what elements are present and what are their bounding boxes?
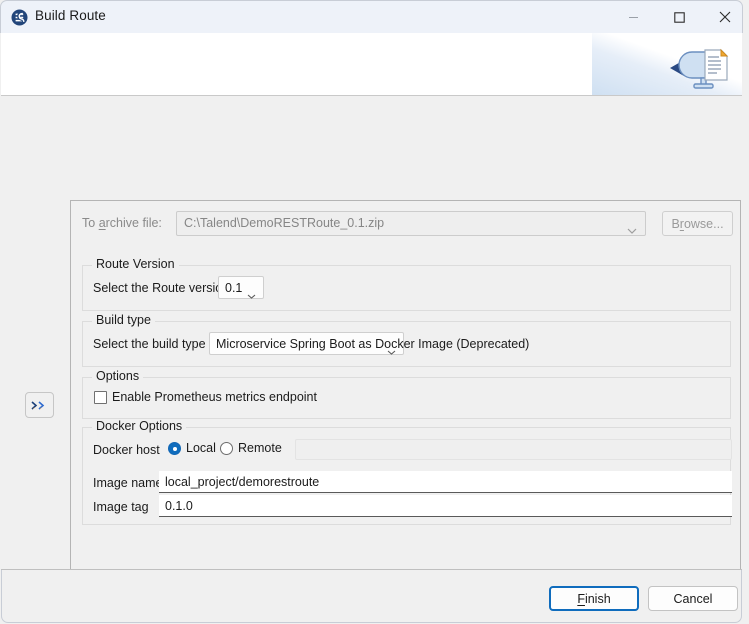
image-name-label: Image name xyxy=(93,476,162,490)
route-version-group: Route Version Select the Route version 0… xyxy=(82,265,731,311)
maximize-icon xyxy=(674,12,685,23)
prometheus-metrics-checkbox[interactable] xyxy=(94,391,107,404)
maximize-button[interactable] xyxy=(656,1,702,33)
image-name-input[interactable]: local_project/demorestroute xyxy=(159,471,732,493)
close-button[interactable] xyxy=(702,1,748,33)
browse-button[interactable]: Browse... xyxy=(662,211,733,236)
chevron-down-icon xyxy=(247,286,256,304)
docker-host-local-radio[interactable] xyxy=(168,442,181,455)
image-tag-label: Image tag xyxy=(93,500,149,514)
docker-host-label: Docker host xyxy=(93,443,160,457)
options-legend: Options xyxy=(92,369,143,383)
double-chevron-right-icon xyxy=(31,401,48,410)
archive-file-value: C:\Talend\DemoRESTRoute_0.1.zip xyxy=(184,216,384,230)
docker-host-remote-radio[interactable] xyxy=(220,442,233,455)
settings-panel: To archive file: C:\Talend\DemoRESTRoute… xyxy=(70,200,741,614)
build-type-select[interactable]: Microservice Spring Boot as Docker Image… xyxy=(209,332,404,355)
options-group: Options Enable Prometheus metrics endpoi… xyxy=(82,377,731,419)
route-version-legend: Route Version xyxy=(92,257,179,271)
talend-logo-icon xyxy=(11,9,28,26)
docker-remote-host-input[interactable] xyxy=(295,439,732,460)
build-type-legend: Build type xyxy=(92,313,155,327)
image-tag-value: 0.1.0 xyxy=(165,499,193,513)
build-route-banner-icon xyxy=(668,38,730,93)
prometheus-metrics-label: Enable Prometheus metrics endpoint xyxy=(112,390,317,404)
minimize-icon xyxy=(628,12,639,23)
build-type-value: Microservice Spring Boot as Docker Image… xyxy=(210,337,529,351)
dialog-banner xyxy=(1,33,742,96)
docker-host-remote-label: Remote xyxy=(238,441,282,455)
finish-button[interactable]: Finish xyxy=(549,586,639,611)
archive-file-combo[interactable]: C:\Talend\DemoRESTRoute_0.1.zip xyxy=(176,211,646,236)
image-name-value: local_project/demorestroute xyxy=(165,475,319,489)
advanced-toggle-button[interactable] xyxy=(25,392,54,418)
docker-options-legend: Docker Options xyxy=(92,419,186,433)
docker-host-local-label: Local xyxy=(186,441,216,455)
build-type-label: Select the build type xyxy=(93,337,206,351)
route-version-value: 0.1 xyxy=(219,281,242,295)
build-route-dialog: Build Route xyxy=(0,0,749,624)
minimize-button[interactable] xyxy=(610,1,656,33)
docker-options-group: Docker Options Docker host Local Remote … xyxy=(82,427,731,525)
cancel-button[interactable]: Cancel xyxy=(648,586,738,611)
title-bar: Build Route xyxy=(0,0,743,33)
window-title: Build Route xyxy=(35,8,106,23)
close-icon xyxy=(719,11,731,23)
route-version-select[interactable]: 0.1 xyxy=(218,276,264,299)
image-tag-input[interactable]: 0.1.0 xyxy=(159,495,732,517)
chevron-down-icon xyxy=(627,221,637,239)
archive-row: To archive file: C:\Talend\DemoRESTRoute… xyxy=(82,211,731,237)
route-version-label: Select the Route version xyxy=(93,281,229,295)
dialog-footer: Finish Cancel xyxy=(1,570,742,623)
build-type-group: Build type Select the build type Microse… xyxy=(82,321,731,367)
chevron-down-icon xyxy=(387,342,396,360)
archive-file-label: To archive file: xyxy=(82,216,162,230)
dialog-content: To archive file: C:\Talend\DemoRESTRoute… xyxy=(1,96,742,566)
